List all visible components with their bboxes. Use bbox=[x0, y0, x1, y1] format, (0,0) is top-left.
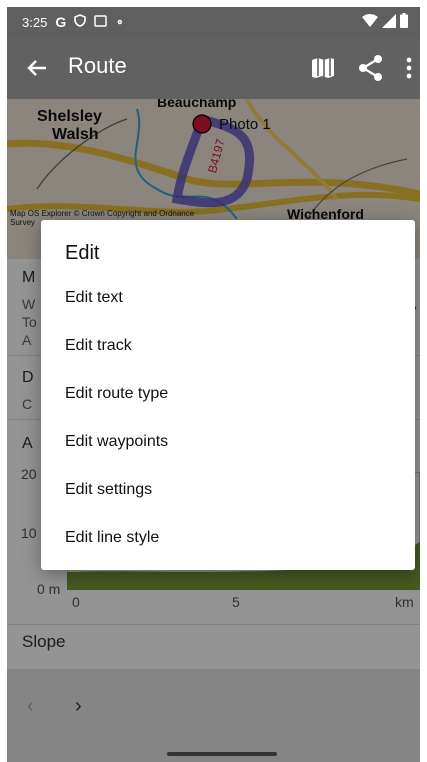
battery-icon bbox=[400, 13, 408, 28]
google-g-icon: G bbox=[55, 14, 67, 30]
more-vert-icon[interactable] bbox=[402, 53, 416, 83]
menu-item-label: Edit line style bbox=[65, 529, 160, 546]
menu-item-label: Edit text bbox=[65, 289, 123, 306]
menu-item-edit-text[interactable]: Edit text bbox=[41, 274, 415, 322]
menu-item-edit-line-style[interactable]: Edit line style bbox=[41, 514, 415, 562]
share-icon[interactable] bbox=[358, 53, 384, 83]
status-bar: 3:25 G ⚬ bbox=[7, 7, 420, 37]
wifi-icon bbox=[362, 13, 378, 27]
app-bar: Route bbox=[7, 37, 420, 99]
menu-item-edit-settings[interactable]: Edit settings bbox=[41, 466, 415, 514]
phone-screen: 3:25 G ⚬ Route Shelsley Walsh Beauchamp … bbox=[7, 7, 420, 762]
menu-item-label: Edit settings bbox=[65, 481, 153, 498]
page-title: Route bbox=[68, 53, 127, 78]
mic-icon: ⚬ bbox=[115, 16, 125, 29]
home-indicator[interactable] bbox=[167, 752, 277, 756]
shield-icon bbox=[74, 14, 87, 30]
menu-item-label: Edit route type bbox=[65, 385, 169, 402]
screen-icon bbox=[94, 14, 107, 30]
menu-item-label: Edit track bbox=[65, 337, 132, 354]
dialog-title: Edit bbox=[65, 242, 100, 264]
menu-item-edit-route-type[interactable]: Edit route type bbox=[41, 370, 415, 418]
menu-item-edit-waypoints[interactable]: Edit waypoints bbox=[41, 418, 415, 466]
back-arrow-icon[interactable] bbox=[22, 53, 52, 83]
cell-signal-icon bbox=[382, 13, 396, 28]
menu-item-edit-track[interactable]: Edit track bbox=[41, 322, 415, 370]
status-right-icons bbox=[362, 13, 408, 28]
status-time: 3:25 bbox=[22, 14, 48, 30]
edit-dialog: Edit Edit text Edit track Edit route typ… bbox=[41, 220, 415, 570]
map-icon[interactable] bbox=[310, 55, 336, 81]
menu-item-label: Edit waypoints bbox=[65, 433, 169, 450]
